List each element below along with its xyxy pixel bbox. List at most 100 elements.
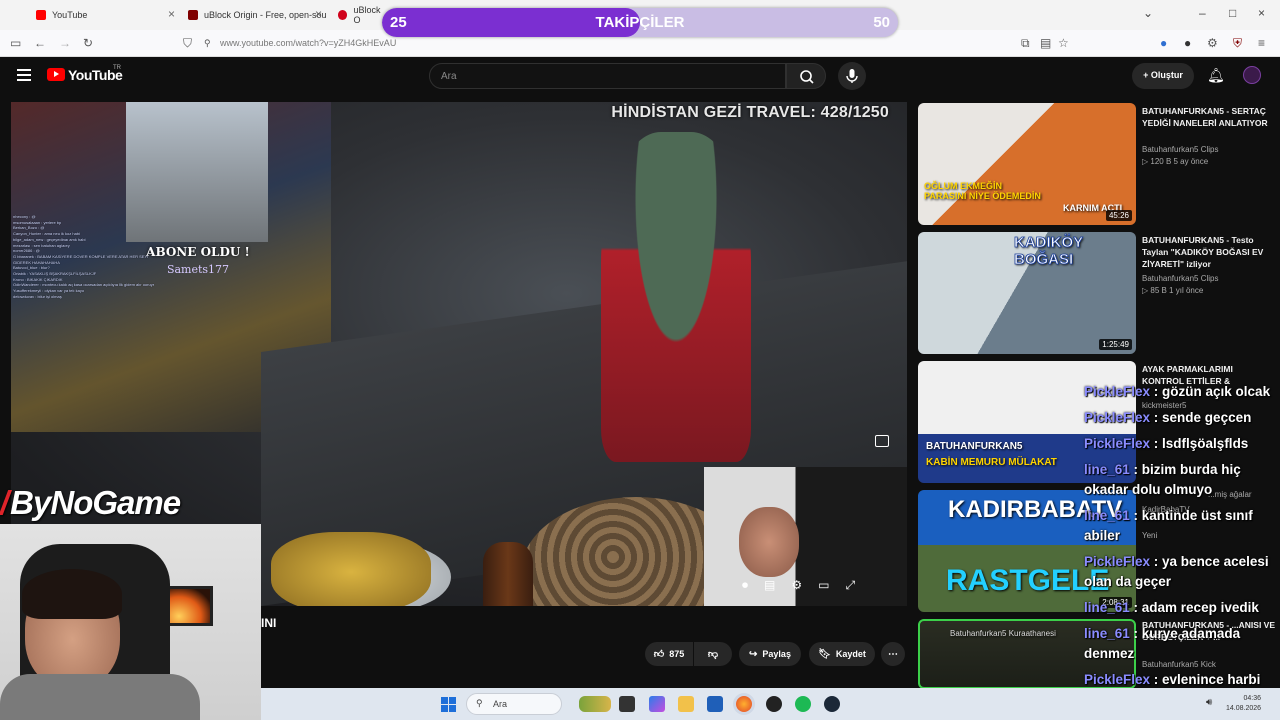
more-actions-button[interactable]: ⋯ xyxy=(881,642,905,666)
video-title: INI xyxy=(261,616,277,630)
theater-mode-icon[interactable]: ▭ xyxy=(818,578,829,593)
tab-ublock[interactable]: uBlock Origin - Free, open-sou × xyxy=(188,5,328,25)
recommendation-title[interactable]: BATUHANFURKAN5 - Testo Taylan "KADIKÖY B… xyxy=(1142,234,1276,270)
steam-icon[interactable] xyxy=(824,696,840,712)
chat-text: : sende geçcen xyxy=(1150,410,1252,425)
youtube-logo-icon[interactable] xyxy=(47,68,65,81)
create-button[interactable]: + Oluştur xyxy=(1132,63,1194,89)
microphone-icon xyxy=(846,69,858,83)
vpn-icon[interactable]: ● xyxy=(1160,36,1167,50)
chat-message: line_61 : adam recep ivedik xyxy=(1084,598,1280,618)
windows-start-icon[interactable] xyxy=(441,697,456,712)
clock-time: 04:36 xyxy=(1243,695,1262,702)
search-icon: ⚲ xyxy=(476,698,483,708)
shield-icon[interactable]: ⛉ xyxy=(183,36,192,51)
autoplay-toggle-icon[interactable]: ⏺ xyxy=(742,578,748,593)
share-label: Paylaş xyxy=(762,649,791,659)
minimize-icon[interactable]: – xyxy=(1199,6,1206,20)
followers-goal-bar: 25 TAKİPÇİLER 50 xyxy=(382,8,898,37)
bottle-scene xyxy=(483,542,533,606)
close-tab-icon[interactable]: × xyxy=(315,7,322,21)
followers-label: TAKİPÇİLER xyxy=(595,14,685,31)
hamburger-menu-icon[interactable] xyxy=(17,69,31,81)
search-input[interactable]: Ara xyxy=(429,63,786,89)
save-label: Kaydet xyxy=(835,649,866,659)
tab-label: YouTube xyxy=(52,10,88,20)
recommendation-item[interactable]: OĞLUM EKMEĞİN PARASINI NİYE ÖDEMEDİN KAR… xyxy=(918,103,1280,225)
notifications-bell-icon[interactable]: 🔔︎ xyxy=(1207,67,1225,84)
chat-username: PickleFlex xyxy=(1084,436,1151,451)
chat-text: : lsdflşöalşflds xyxy=(1150,436,1249,451)
ublock-favicon-icon xyxy=(338,10,348,20)
voice-search-button[interactable] xyxy=(838,62,866,90)
dislike-button[interactable]: 👎︎ xyxy=(694,642,732,666)
view-meta: ▷ 85 B 1 yıl önce xyxy=(1142,286,1203,295)
cashier-figure xyxy=(601,132,751,462)
region-code: TR xyxy=(113,65,121,71)
volume-icon[interactable]: 🔊︎ xyxy=(1206,697,1212,708)
sidebar-toggle-icon[interactable]: ▭ xyxy=(10,36,21,50)
copilot-icon[interactable] xyxy=(649,696,665,712)
recommendation-title[interactable]: BATUHANFURKAN5 - SERTAÇ YEDİĞİ NANELERİ … xyxy=(1142,105,1276,129)
menu-icon[interactable]: ≡ xyxy=(1258,36,1265,50)
duration-badge: 45:26 xyxy=(1105,210,1132,221)
maximize-icon[interactable]: □ xyxy=(1229,6,1236,20)
embedded-chat: nhecony : @ msomusalaaan : yerlere bp Be… xyxy=(13,214,213,300)
thumbnail-caption: KABİN MEMURU MÜLAKAT xyxy=(926,457,1057,468)
extensions-icon[interactable]: ⚙ xyxy=(1207,36,1218,50)
channel-name[interactable]: Batuhanfurkan5 Clips xyxy=(1142,145,1219,154)
sponsor-name: ByNoGame xyxy=(10,484,181,521)
stream-chat-overlay: PickleFlex : gözün açık olcak PickleFlex… xyxy=(1084,382,1280,716)
taskbar-search[interactable]: ⚲ Ara xyxy=(466,693,562,715)
embedded-chat-line: delowduvav : bilur işi olmaş xyxy=(13,293,62,299)
more-dots-icon: ⋯ xyxy=(888,648,898,660)
spotify-icon[interactable] xyxy=(795,696,811,712)
miniplayer-icon[interactable] xyxy=(875,435,889,447)
account-icon[interactable]: ● xyxy=(1184,36,1191,50)
recommendation-item[interactable]: KADIKÖY BOĞASI 1:25:49 BATUHANFURKAN5 - … xyxy=(918,232,1280,354)
chat-username: line_61 xyxy=(1084,626,1130,641)
tab-youtube[interactable]: YouTube × xyxy=(36,5,181,25)
close-window-icon[interactable]: × xyxy=(1258,6,1265,20)
streamer-face xyxy=(739,507,799,577)
firefox-icon[interactable] xyxy=(736,696,752,712)
like-button[interactable]: 👍︎ 875 xyxy=(645,642,693,666)
chat-message: PickleFlex : sende geçcen xyxy=(1084,408,1280,428)
screenshot-icon[interactable]: ⧉ xyxy=(1021,36,1030,51)
close-tab-icon[interactable]: × xyxy=(168,7,175,21)
sponsor-logo: /ByNoGame xyxy=(0,484,181,522)
channel-name[interactable]: Batuhanfurkan5 Clips xyxy=(1142,274,1219,283)
task-view-icon[interactable] xyxy=(619,696,635,712)
search-button[interactable] xyxy=(786,63,826,89)
obs-icon[interactable] xyxy=(766,696,782,712)
thumbs-up-icon: 👍︎ xyxy=(653,649,665,660)
store-icon[interactable] xyxy=(707,696,723,712)
site-info-icon[interactable]: ⚲ xyxy=(204,38,211,49)
youtube-header: YouTube TR Ara + Oluştur 🔔︎ xyxy=(0,57,1280,101)
chat-text: : gözün açık olcak xyxy=(1150,384,1271,399)
video-thumbnail[interactable]: KADIKÖY BOĞASI 1:25:49 xyxy=(918,232,1136,354)
back-icon[interactable]: ← xyxy=(34,36,46,50)
chat-text: : adam recep ivedik xyxy=(1129,600,1259,615)
reader-icon[interactable]: ▤ xyxy=(1040,36,1051,50)
share-button[interactable]: ↪ Paylaş xyxy=(739,642,801,666)
video-thumbnail[interactable]: OĞLUM EKMEĞİN PARASINI NİYE ÖDEMEDİN KAR… xyxy=(918,103,1136,225)
widget-icon[interactable] xyxy=(579,696,611,712)
travel-counter-overlay: HİNDİSTAN GEZİ TRAVEL: 428/1250 xyxy=(611,104,889,121)
fullscreen-icon[interactable]: ⤢ xyxy=(845,578,855,593)
forward-icon[interactable]: → xyxy=(59,36,71,50)
tab-list-chevron-icon[interactable]: ⌄ xyxy=(1143,6,1153,20)
avatar[interactable] xyxy=(1243,66,1261,84)
ublock-icon[interactable]: ⛨ xyxy=(1233,36,1242,51)
url-bar[interactable]: www.youtube.com/watch?v=yZH4GkHEvAU xyxy=(220,38,396,48)
tab-ublock-2[interactable]: uBlock O xyxy=(338,5,388,25)
tab-label: uBlock Origin - Free, open-sou xyxy=(204,10,327,20)
system-clock[interactable]: 04:36 14.08.2026 xyxy=(1226,694,1261,714)
save-button[interactable]: 🔖︎ Kaydet xyxy=(809,642,875,666)
bookmark-icon: 🔖︎ xyxy=(818,648,831,660)
settings-gear-icon[interactable]: ⚙ xyxy=(791,578,802,593)
reload-icon[interactable]: ↻ xyxy=(83,36,93,50)
bookmark-star-icon[interactable]: ☆ xyxy=(1058,36,1069,50)
subtitles-icon[interactable]: ▤ xyxy=(764,578,775,593)
file-explorer-icon[interactable] xyxy=(678,696,694,712)
